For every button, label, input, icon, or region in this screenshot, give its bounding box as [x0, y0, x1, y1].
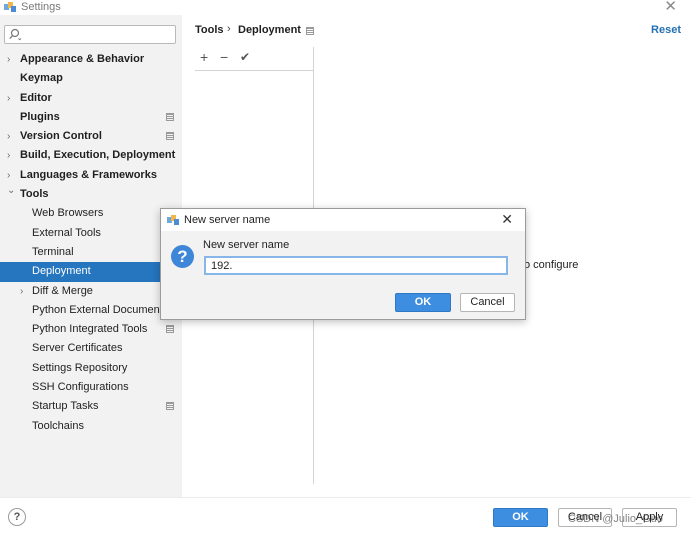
project-scope-icon: [166, 402, 174, 411]
settings-tree: › Appearance & Behavior Keymap › Editor Plugi…: [0, 50, 182, 436]
settings-window: Settings ✕ › Appearance & Behavior Keymap ›…: [0, 0, 691, 536]
server-name-label: New server name: [203, 239, 290, 251]
new-server-name-dialog: New server name ✕ ? New server name OK C…: [160, 208, 526, 320]
sidebar-item-plugins[interactable]: Plugins: [0, 108, 182, 127]
remove-server-icon[interactable]: −: [220, 49, 228, 65]
sidebar-item-version-control[interactable]: › Version Control: [0, 127, 182, 146]
search-input[interactable]: [25, 27, 173, 42]
dialog-ok-button[interactable]: OK: [395, 293, 451, 312]
sidebar-item-label: Diff & Merge: [32, 284, 93, 297]
title-bar: Settings ✕: [0, 0, 691, 15]
window-title: Settings: [21, 1, 61, 13]
dialog-title-bar: New server name ✕: [161, 209, 525, 231]
sidebar-item-label: Web Browsers: [32, 207, 104, 220]
sidebar-item-web-browsers[interactable]: Web Browsers: [0, 204, 182, 223]
sidebar-item-python-integrated-tools[interactable]: Python Integrated Tools: [0, 320, 182, 339]
sidebar-item-editor[interactable]: › Editor: [0, 89, 182, 108]
sidebar-item-label: Startup Tasks: [32, 400, 99, 413]
breadcrumb-tools[interactable]: Tools: [195, 24, 224, 36]
sidebar-item-label: Languages & Frameworks: [20, 168, 157, 181]
sidebar-item-startup-tasks[interactable]: Startup Tasks: [0, 397, 182, 416]
project-scope-icon: [166, 112, 174, 121]
sidebar-item-label: Deployment: [32, 265, 91, 278]
sidebar-item-label: Appearance & Behavior: [20, 53, 145, 65]
sidebar-item-settings-repository[interactable]: Settings Repository: [0, 359, 182, 378]
breadcrumb-deployment: Deployment: [238, 24, 301, 36]
app-logo-icon: [4, 2, 16, 12]
sidebar-item-external-tools[interactable]: External Tools: [0, 224, 182, 243]
search-icon: [9, 28, 22, 41]
sidebar-item-label: Server Certificates: [32, 342, 123, 355]
ok-button[interactable]: OK: [493, 508, 548, 527]
sidebar-item-label: Plugins: [20, 110, 60, 123]
sidebar-item-label: Version Control: [20, 130, 102, 143]
sidebar-item-tools[interactable]: ⌄ Tools: [0, 185, 182, 204]
sidebar-item-label: Editor: [20, 91, 52, 104]
sidebar-item-languages-frameworks[interactable]: › Languages & Frameworks: [0, 166, 182, 185]
settings-sidebar: › Appearance & Behavior Keymap › Editor Plugi…: [0, 15, 182, 497]
chevron-right-icon[interactable]: ›: [7, 146, 10, 165]
dialog-title: New server name: [184, 214, 271, 226]
sidebar-item-label: Settings Repository: [32, 361, 128, 374]
question-icon: ?: [171, 245, 194, 268]
add-server-icon[interactable]: +: [200, 49, 208, 65]
chevron-right-icon[interactable]: ›: [20, 282, 23, 301]
sidebar-item-label: External Tools: [32, 226, 101, 239]
sidebar-item-build-execution-deployment[interactable]: › Build, Execution, Deployment: [0, 146, 182, 165]
chevron-right-icon[interactable]: ›: [7, 89, 10, 108]
project-scope-icon: [306, 27, 314, 35]
help-button[interactable]: ?: [8, 508, 26, 526]
chevron-right-icon[interactable]: ›: [7, 166, 10, 185]
window-close-icon[interactable]: ✕: [664, 0, 677, 14]
app-logo-icon: [167, 215, 179, 225]
sidebar-item-label: Keymap: [20, 72, 63, 85]
sidebar-item-keymap[interactable]: Keymap: [0, 69, 182, 88]
sidebar-item-label: Python External Documentat: [32, 303, 173, 316]
breadcrumb-separator: ›: [227, 23, 231, 35]
sidebar-item-terminal[interactable]: Terminal: [0, 243, 182, 262]
reset-link[interactable]: Reset: [651, 24, 681, 36]
empty-panel-hint: o configure: [524, 259, 579, 271]
sidebar-item-ssh-configurations[interactable]: SSH Configurations: [0, 378, 182, 397]
sidebar-item-label: Terminal: [32, 245, 74, 258]
sidebar-item-toolchains[interactable]: Toolchains: [0, 417, 182, 436]
search-box[interactable]: [4, 25, 176, 44]
sidebar-item-label: Toolchains: [32, 419, 84, 432]
dialog-close-icon[interactable]: ✕: [501, 211, 513, 228]
sidebar-item-appearance-behavior[interactable]: › Appearance & Behavior: [0, 50, 182, 69]
chevron-right-icon[interactable]: ›: [7, 127, 10, 146]
chevron-right-icon[interactable]: ›: [7, 50, 10, 69]
use-as-default-icon[interactable]: ✔: [240, 49, 250, 65]
watermark: CSDN @Julio_Guo: [568, 513, 663, 525]
server-list-toolbar: + − ✔: [195, 47, 314, 71]
sidebar-item-label: Build, Execution, Deployment: [20, 149, 176, 162]
project-scope-icon: [166, 325, 174, 334]
sidebar-item-label: Tools: [20, 188, 49, 201]
sidebar-item-deployment[interactable]: Deployment: [0, 262, 182, 282]
project-scope-icon: [166, 132, 174, 141]
sidebar-item-python-external-documentat[interactable]: Python External Documentat: [0, 301, 182, 320]
sidebar-item-diff-merge[interactable]: › Diff & Merge: [0, 282, 182, 301]
sidebar-item-server-certificates[interactable]: Server Certificates: [0, 339, 182, 358]
sidebar-item-label: Python Integrated Tools: [32, 323, 148, 336]
server-name-input[interactable]: [204, 256, 508, 275]
sidebar-item-label: SSH Configurations: [32, 381, 129, 394]
dialog-cancel-button[interactable]: Cancel: [460, 293, 515, 312]
chevron-down-icon[interactable]: ⌄: [7, 185, 15, 200]
